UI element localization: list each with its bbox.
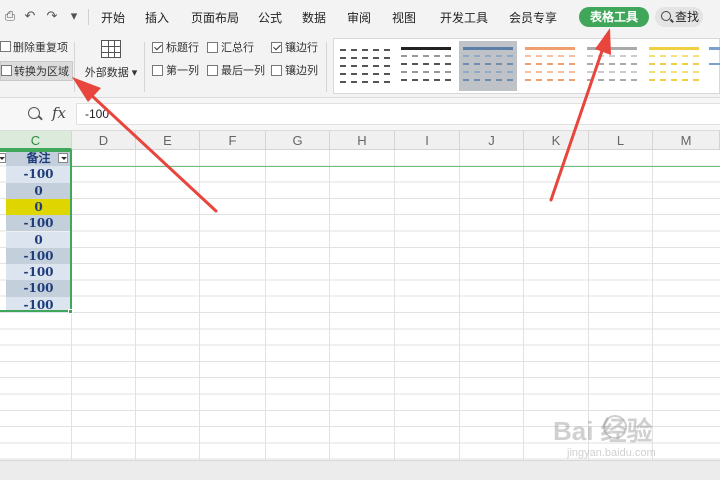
undo-icon[interactable]: ↶ bbox=[22, 8, 38, 24]
column-header-k[interactable]: K bbox=[524, 131, 589, 150]
column-header-g[interactable]: G bbox=[266, 131, 330, 150]
column-header-m[interactable]: M bbox=[653, 131, 720, 150]
table-style-option-selected[interactable] bbox=[459, 41, 517, 91]
checkbox-unchecked-icon bbox=[271, 65, 282, 76]
formula-input[interactable]: -100 bbox=[76, 103, 720, 125]
tab-home[interactable]: 开始 bbox=[101, 9, 125, 27]
quick-access-dropdown-icon[interactable]: ▾ bbox=[66, 8, 82, 24]
column-header-i[interactable]: I bbox=[395, 131, 460, 150]
convert-to-range-button[interactable]: 转换为区域 bbox=[0, 61, 73, 81]
checkbox-unchecked-icon bbox=[207, 42, 218, 53]
column-header-l[interactable]: L bbox=[589, 131, 653, 150]
zoom-icon[interactable] bbox=[28, 107, 40, 119]
fill-handle[interactable] bbox=[68, 309, 73, 314]
paw-logo-icon bbox=[603, 415, 627, 439]
tab-member[interactable]: 会员专享 bbox=[509, 9, 557, 27]
table-style-option[interactable] bbox=[583, 41, 641, 91]
checkbox-first-column[interactable]: 第一列 bbox=[152, 63, 199, 79]
table-style-option[interactable] bbox=[336, 41, 394, 91]
checkbox-banded-columns[interactable]: 镶边列 bbox=[271, 63, 318, 79]
checkbox-label: 最后一列 bbox=[221, 65, 265, 77]
status-bar bbox=[0, 460, 720, 480]
tab-developer[interactable]: 开发工具 bbox=[440, 9, 488, 27]
remove-duplicates-label: 删除重复项 bbox=[13, 42, 68, 54]
row-highlight-line bbox=[72, 166, 720, 167]
checkbox-checked-icon bbox=[152, 42, 163, 53]
column-header-d[interactable]: D bbox=[72, 131, 136, 150]
search-button[interactable]: 查找 bbox=[655, 7, 703, 27]
ribbon-divider bbox=[74, 42, 75, 92]
table-style-option[interactable] bbox=[707, 41, 720, 91]
search-icon bbox=[661, 11, 671, 21]
tab-view[interactable]: 视图 bbox=[392, 9, 416, 27]
chevron-down-icon: ▾ bbox=[128, 67, 138, 79]
selection-border bbox=[0, 150, 72, 312]
table-grid-icon bbox=[101, 40, 121, 58]
tab-insert[interactable]: 插入 bbox=[145, 9, 169, 27]
tab-page-layout[interactable]: 页面布局 bbox=[191, 9, 239, 27]
checkbox-label: 镶边列 bbox=[285, 65, 318, 77]
convert-to-range-label: 转换为区域 bbox=[14, 66, 69, 78]
ribbon-toolbar: 删除重复项 转换为区域 外部数据 ▾ 标题行 汇总行 镶边行 第一列 最后一列 … bbox=[0, 34, 720, 98]
redo-icon[interactable]: ↷ bbox=[44, 8, 60, 24]
checkbox-header-row[interactable]: 标题行 bbox=[152, 40, 199, 56]
table-style-option[interactable] bbox=[645, 41, 703, 91]
menu-bar: ⎙ ↶ ↷ ▾ 开始 插入 页面布局 公式 数据 审阅 视图 开发工具 会员专享… bbox=[0, 0, 720, 34]
table-style-gallery bbox=[333, 38, 720, 94]
table-style-option[interactable] bbox=[397, 41, 455, 91]
checkbox-last-column[interactable]: 最后一列 bbox=[207, 63, 265, 79]
column-header-f[interactable]: F bbox=[200, 131, 266, 150]
column-header-c[interactable]: C bbox=[0, 131, 72, 150]
checkbox-total-row[interactable]: 汇总行 bbox=[207, 40, 254, 56]
column-header-row: C D E F G H I J K L M bbox=[0, 131, 720, 150]
external-data-label: 外部数据 bbox=[84, 67, 129, 79]
tab-formulas[interactable]: 公式 bbox=[258, 9, 282, 27]
tab-data[interactable]: 数据 bbox=[302, 9, 326, 27]
checkbox-label: 第一列 bbox=[166, 65, 199, 77]
external-data-button[interactable]: 外部数据 ▾ bbox=[82, 38, 140, 86]
formula-bar: fx -100 bbox=[0, 98, 720, 131]
checkbox-label: 汇总行 bbox=[221, 42, 254, 54]
tab-table-tools[interactable]: 表格工具 bbox=[579, 7, 649, 27]
table-style-option[interactable] bbox=[521, 41, 579, 91]
watermark-url: jingyan.baidu.com bbox=[567, 447, 656, 459]
print-preview-icon[interactable]: ⎙ bbox=[2, 8, 18, 24]
remove-duplicates-button[interactable]: 删除重复项 bbox=[0, 38, 68, 58]
checkbox-unchecked-icon bbox=[207, 65, 218, 76]
checkbox-unchecked-icon bbox=[152, 65, 163, 76]
function-icon[interactable]: fx bbox=[52, 104, 66, 122]
ribbon-divider bbox=[144, 42, 145, 92]
ribbon-divider bbox=[326, 42, 327, 92]
checkbox-label: 镶边行 bbox=[285, 42, 318, 54]
search-label: 查找 bbox=[675, 10, 700, 24]
column-header-j[interactable]: J bbox=[460, 131, 524, 150]
watermark: Bai 经验 jingyan.baidu.com bbox=[553, 411, 713, 466]
checkbox-banded-rows[interactable]: 镶边行 bbox=[271, 40, 318, 56]
menu-divider bbox=[88, 9, 89, 25]
convert-to-range-icon bbox=[1, 65, 12, 76]
column-header-h[interactable]: H bbox=[330, 131, 395, 150]
checkbox-label: 标题行 bbox=[166, 42, 199, 54]
checkbox-checked-icon bbox=[271, 42, 282, 53]
remove-duplicates-icon bbox=[0, 41, 11, 52]
tab-review[interactable]: 审阅 bbox=[347, 9, 371, 27]
column-header-e[interactable]: E bbox=[136, 131, 200, 150]
